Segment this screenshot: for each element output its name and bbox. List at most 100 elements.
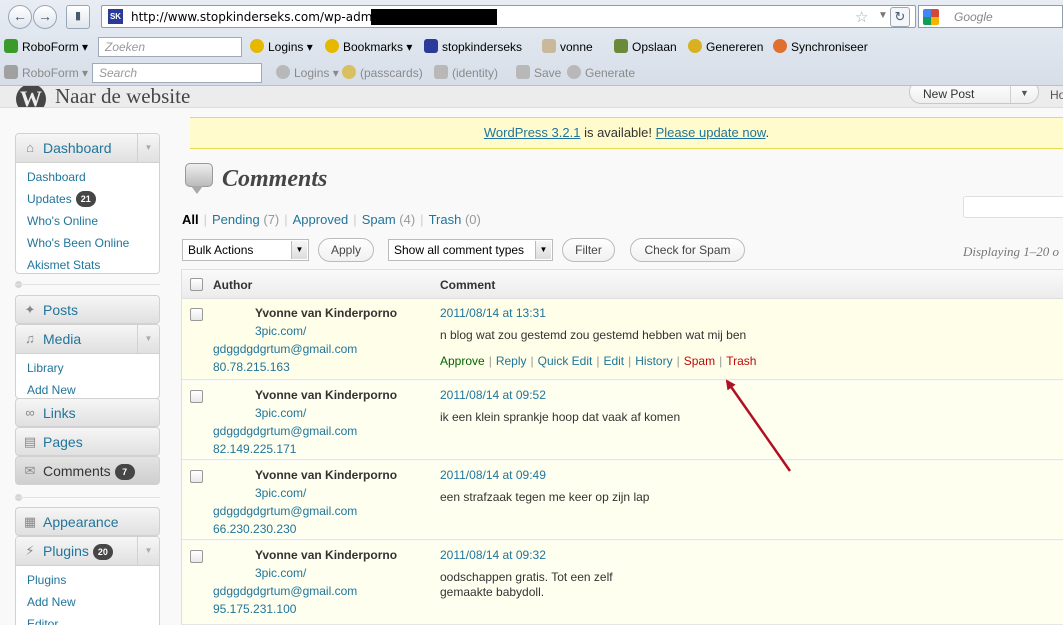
menu-label: Pages	[43, 434, 83, 450]
author-ip-link[interactable]: 66.230.230.230	[213, 522, 296, 536]
column-author[interactable]: Author	[213, 278, 252, 292]
menu-pages[interactable]: ▤ Pages	[15, 427, 160, 456]
row-checkbox[interactable]	[190, 470, 203, 483]
bookmark-stopkinderseks[interactable]: stopkinderseks	[424, 39, 522, 54]
roboform-button-2[interactable]: RoboForm ▾	[4, 65, 88, 80]
menu-toggle-icon[interactable]: ▼	[137, 537, 159, 565]
genereren-button[interactable]: Genereren	[688, 39, 763, 54]
quick-edit-link[interactable]: Quick Edit	[538, 354, 593, 368]
menu-links[interactable]: ∞ Links	[15, 398, 160, 427]
row-checkbox[interactable]	[190, 390, 203, 403]
menu-toggle-icon[interactable]: ▼	[137, 325, 159, 353]
menu-head-plugins[interactable]: ⚡ Plugins 20 ▼	[16, 537, 159, 566]
reply-link[interactable]: Reply	[496, 354, 527, 368]
forward-icon[interactable]: →	[33, 5, 57, 29]
apply-button[interactable]: Apply	[318, 238, 374, 262]
comment-date-link[interactable]: 2011/08/14 at 09:49	[440, 468, 546, 482]
author-url-link[interactable]: 3pic.com/	[255, 324, 306, 338]
reload-icon[interactable]: ↻	[890, 7, 910, 27]
history-graph-icon[interactable]: ▮	[66, 5, 90, 29]
author-url-link[interactable]: 3pic.com/	[255, 486, 306, 500]
menu-toggle-icon[interactable]: ▼	[137, 134, 159, 162]
filter-spam[interactable]: Spam	[362, 212, 396, 227]
new-post-button[interactable]: New Post	[923, 87, 974, 101]
comment-type-select[interactable]: Show all comment types ▼	[388, 239, 553, 261]
author-url-link[interactable]: 3pic.com/	[255, 406, 306, 420]
save-icon	[516, 65, 530, 79]
logins-button[interactable]: Logins ▾	[250, 39, 313, 54]
history-link[interactable]: History	[635, 354, 672, 368]
submenu-item-akismet-stats[interactable]: Akismet Stats	[16, 254, 159, 273]
submenu-item-updates[interactable]: Updates 21	[16, 188, 159, 210]
favorite-actions[interactable]: New Post ▼	[909, 86, 1039, 104]
column-comment[interactable]: Comment	[440, 278, 495, 292]
comment-date-link[interactable]: 2011/08/14 at 09:52	[440, 388, 546, 402]
site-name-link[interactable]: Naar de website	[55, 86, 190, 107]
menu-comments[interactable]: ✉ Comments 7	[15, 456, 160, 485]
menu-posts[interactable]: ✦ Posts	[15, 295, 160, 324]
bookmark-star-icon[interactable]: ☆	[855, 8, 868, 26]
author-name: Yvonne van Kinderporno	[255, 548, 398, 562]
submenu-item-plugins[interactable]: Plugins	[16, 569, 159, 591]
author-email-link[interactable]: gdggdgdgrtum@gmail.com	[213, 424, 357, 438]
star-icon	[276, 65, 290, 79]
opslaan-button[interactable]: Opslaan	[614, 39, 677, 54]
author-email-link[interactable]: gdggdgdgrtum@gmail.com	[213, 504, 357, 518]
author-ip-link[interactable]: 82.149.225.171	[213, 442, 296, 456]
row-checkbox[interactable]	[190, 308, 203, 321]
author-url-link[interactable]: 3pic.com/	[255, 566, 306, 580]
roboform-search-input[interactable]: Zoeken	[98, 37, 242, 57]
wordpress-version-link[interactable]: WordPress 3.2.1	[484, 125, 581, 140]
filter-approved[interactable]: Approved	[293, 212, 349, 227]
filter-pending[interactable]: Pending	[212, 212, 260, 227]
submenu-item-add-new-media[interactable]: Add New	[16, 379, 159, 398]
identity-button[interactable]: (identity)	[434, 65, 498, 80]
passcards-button[interactable]: (passcards)	[342, 65, 423, 80]
filter-button[interactable]: Filter	[562, 238, 615, 262]
author-name: Yvonne van Kinderporno	[255, 306, 398, 320]
filter-all[interactable]: All	[182, 212, 199, 227]
menu-head-media[interactable]: ♫ Media ▼	[16, 325, 159, 354]
save-button[interactable]: Save	[516, 65, 561, 80]
bulk-actions-select[interactable]: Bulk Actions ▼	[182, 239, 309, 261]
bookmark-vonne[interactable]: vonne	[542, 39, 593, 54]
check-for-spam-button[interactable]: Check for Spam	[630, 238, 745, 262]
submenu-item-editor[interactable]: Editor	[16, 613, 159, 625]
submenu-item-add-new-plugin[interactable]: Add New	[16, 591, 159, 613]
back-icon[interactable]: ←	[8, 5, 32, 29]
row-checkbox[interactable]	[190, 550, 203, 563]
select-all-checkbox[interactable]	[190, 278, 203, 291]
logins-button-2[interactable]: Logins ▾	[276, 65, 339, 80]
submenu-item-whos-online[interactable]: Who's Online	[16, 210, 159, 232]
web-search-box[interactable]: Google	[918, 5, 1063, 28]
submenu-item-library[interactable]: Library	[16, 357, 159, 379]
comment-search-input[interactable]	[963, 196, 1063, 218]
bookmarks-button[interactable]: Bookmarks ▾	[325, 39, 412, 54]
filter-trash[interactable]: Trash	[429, 212, 462, 227]
chevron-down-icon[interactable]: ▼	[878, 10, 888, 21]
menu-appearance[interactable]: ▦ Appearance	[15, 507, 160, 536]
update-now-link[interactable]: Please update now	[656, 125, 766, 140]
chevron-down-icon[interactable]: ▼	[1010, 86, 1038, 103]
comment-date-link[interactable]: 2011/08/14 at 13:31	[440, 306, 546, 320]
submenu-item-whos-been-online[interactable]: Who's Been Online	[16, 232, 159, 254]
generate-button[interactable]: Generate	[567, 65, 635, 80]
author-ip-link[interactable]: 95.175.231.100	[213, 602, 296, 616]
author-email-link[interactable]: gdggdgdgrtum@gmail.com	[213, 584, 357, 598]
spam-link[interactable]: Spam	[684, 354, 715, 368]
author-ip-link[interactable]: 80.78.215.163	[213, 360, 290, 374]
submenu-item-dashboard[interactable]: Dashboard	[16, 166, 159, 188]
url-bar[interactable]: SK http://www.stopkinderseks.com/wp-admi…	[101, 5, 916, 28]
trash-link[interactable]: Trash	[726, 354, 756, 368]
author-email-link[interactable]: gdggdgdgrtum@gmail.com	[213, 342, 357, 356]
edit-link[interactable]: Edit	[603, 354, 624, 368]
synchroniseer-button[interactable]: Synchroniseer	[773, 39, 868, 54]
comment-type-value: Show all comment types	[394, 243, 525, 257]
menu-head-dashboard[interactable]: ⌂ Dashboard ▼	[16, 134, 159, 163]
roboform-button[interactable]: RoboForm ▾	[4, 39, 88, 54]
wordpress-logo-icon: W	[16, 86, 46, 107]
roboform-search-input-2[interactable]: Search	[92, 63, 262, 83]
comment-date-link[interactable]: 2011/08/14 at 09:32	[440, 548, 546, 562]
approve-link[interactable]: Approve	[440, 354, 485, 368]
menu-label: Comments	[43, 463, 111, 479]
